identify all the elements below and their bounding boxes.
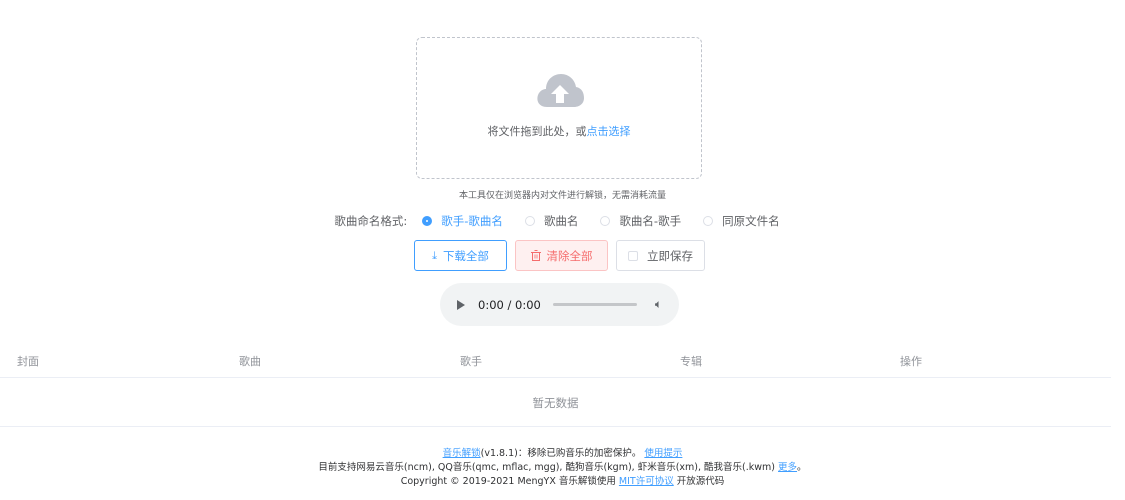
upload-instruction-text: 将文件拖到此处，或	[487, 125, 587, 138]
save-now-checkbox[interactable]: 立即保存	[616, 240, 705, 271]
radio-dot[interactable]	[703, 216, 714, 226]
radio-label: 歌曲名-歌手	[619, 214, 682, 228]
more-link[interactable]: 更多	[778, 462, 797, 473]
footer-line-3: Copyright © 2019-2021 MengYX 音乐解锁使用 MIT许…	[0, 473, 1125, 487]
column-header-song: 歌曲	[239, 355, 261, 368]
radio-dot[interactable]	[524, 216, 535, 226]
license-link[interactable]: MIT许可协议	[619, 476, 674, 487]
table-header: 封面 歌曲 歌手 专辑 操作	[0, 342, 1111, 378]
naming-format-group: 歌曲命名格式: 歌手-歌曲名 歌曲名 歌曲名-歌手 同原文件名	[0, 213, 1125, 229]
download-all-label: 下载全部	[442, 248, 489, 263]
radio-dot-selected[interactable]	[422, 216, 433, 226]
naming-format-label: 歌曲命名格式:	[334, 214, 408, 228]
column-header-cover: 封面	[17, 355, 39, 368]
radio-dot[interactable]	[600, 216, 611, 226]
copyright-text: Copyright © 2019-2021 MengYX 音乐解锁使用	[400, 476, 616, 487]
table-divider	[0, 426, 1111, 427]
upload-dropzone[interactable]: 将文件拖到此处，或点击选择	[416, 37, 702, 179]
radio-artist-title[interactable]: 歌手-歌曲名	[422, 213, 503, 229]
audio-progress-slider[interactable]	[552, 303, 637, 306]
save-now-label: 立即保存	[647, 248, 693, 263]
volume-icon[interactable]: 🔈︎	[655, 297, 662, 312]
trash-icon	[530, 250, 541, 261]
audio-player: 0:00 / 0:00 🔈︎	[440, 283, 679, 326]
footer-line-2: 目前支持网易云音乐(ncm), QQ音乐(qmc, mflac, mgg), 酷…	[0, 459, 1125, 473]
radio-label: 歌手-歌曲名	[441, 214, 503, 228]
column-header-artist: 歌手	[460, 355, 482, 368]
download-all-button[interactable]: ⤓ 下载全部	[414, 240, 507, 271]
download-icon: ⤓	[432, 248, 437, 262]
radio-label: 同原文件名	[722, 214, 780, 228]
radio-label: 歌曲名	[543, 214, 579, 228]
radio-title-artist[interactable]: 歌曲名-歌手	[600, 213, 681, 229]
audio-time: 0:00 / 0:00	[478, 297, 541, 312]
usage-tips-link[interactable]: 使用提示	[644, 448, 682, 459]
upload-instruction: 将文件拖到此处，或点击选择	[417, 123, 701, 139]
table-empty-text: 暂无数据	[532, 396, 579, 410]
open-source-text: 开放源代码	[676, 476, 725, 487]
footer-period: 。	[797, 462, 807, 473]
radio-original-filename[interactable]: 同原文件名	[703, 213, 780, 229]
supported-formats-text: 目前支持网易云音乐(ncm), QQ音乐(qmc, mflac, mgg), 酷…	[318, 462, 775, 473]
cloud-upload-icon	[537, 74, 584, 107]
app-name-link[interactable]: 音乐解锁	[443, 448, 481, 459]
footer-line-1: 音乐解锁(v1.8.1)：移除已购音乐的加密保护。 使用提示	[0, 445, 1125, 459]
column-header-album: 专辑	[680, 355, 702, 368]
checkbox-box[interactable]	[628, 250, 638, 261]
clear-all-label: 清除全部	[546, 248, 593, 263]
column-header-actions: 操作	[900, 355, 922, 368]
play-icon[interactable]	[457, 299, 465, 310]
version-text: (v1.8.1)：移除已购音乐的加密保护。	[480, 448, 642, 459]
radio-title[interactable]: 歌曲名	[524, 213, 579, 229]
clear-all-button[interactable]: 清除全部	[515, 240, 608, 271]
select-file-link[interactable]: 点击选择	[587, 125, 631, 138]
upload-tip: 本工具仅在浏览器内对文件进行解锁，无需消耗流量	[458, 191, 666, 201]
